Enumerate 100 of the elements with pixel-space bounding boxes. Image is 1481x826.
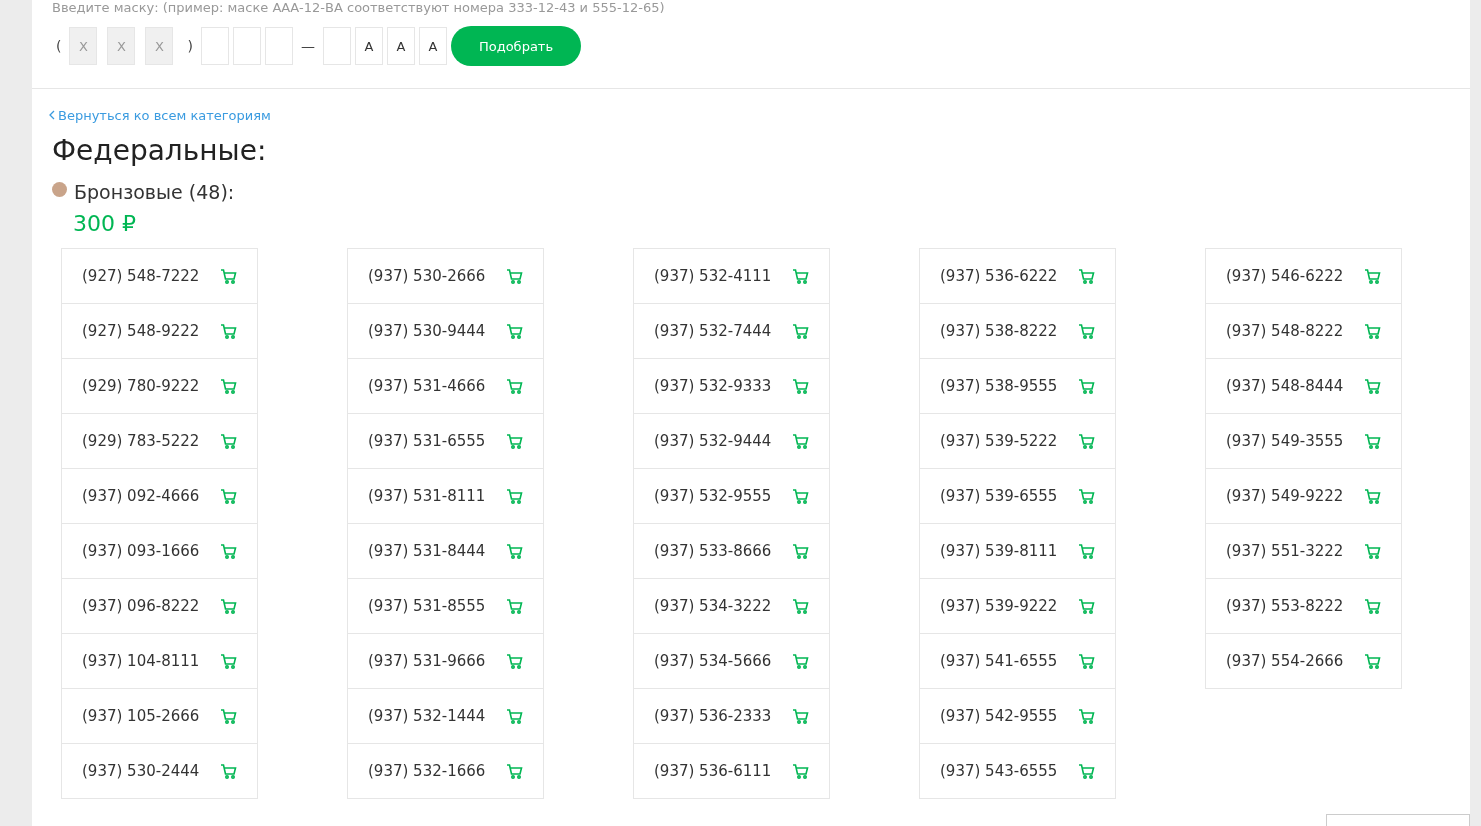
mask-input-field[interactable]	[200, 27, 229, 65]
cart-icon[interactable]	[1078, 488, 1095, 504]
number-card[interactable]: (937) 532-4111	[633, 248, 830, 304]
cart-icon[interactable]	[506, 543, 523, 559]
mask-input-field[interactable]: A	[386, 27, 415, 65]
cart-icon[interactable]	[1078, 653, 1095, 669]
number-card[interactable]: (937) 539-6555	[919, 468, 1116, 524]
cart-icon[interactable]	[792, 598, 809, 614]
number-card[interactable]: (937) 538-9555	[919, 358, 1116, 414]
number-card[interactable]: (937) 532-7444	[633, 303, 830, 359]
number-card[interactable]: (937) 533-8666	[633, 523, 830, 579]
cart-icon[interactable]	[792, 268, 809, 284]
number-card[interactable]: (937) 530-2666	[347, 248, 544, 304]
number-card[interactable]: (937) 534-5666	[633, 633, 830, 689]
number-card[interactable]: (937) 532-9555	[633, 468, 830, 524]
number-card[interactable]: (929) 780-9222	[61, 358, 258, 414]
cart-icon[interactable]	[1078, 543, 1095, 559]
cart-icon[interactable]	[506, 268, 523, 284]
cart-icon[interactable]	[220, 433, 237, 449]
cart-icon[interactable]	[506, 708, 523, 724]
cart-icon[interactable]	[792, 763, 809, 779]
cart-icon[interactable]	[220, 268, 237, 284]
cart-icon[interactable]	[506, 488, 523, 504]
number-card[interactable]: (937) 532-1444	[347, 688, 544, 744]
number-card[interactable]: (937) 551-3222	[1205, 523, 1402, 579]
number-card[interactable]: (937) 104-8111	[61, 633, 258, 689]
number-card[interactable]: (937) 543-6555	[919, 743, 1116, 799]
cart-icon[interactable]	[1078, 763, 1095, 779]
cart-icon[interactable]	[1078, 378, 1095, 394]
cart-icon[interactable]	[792, 653, 809, 669]
number-card[interactable]: (937) 549-9222	[1205, 468, 1402, 524]
number-card[interactable]: (937) 548-8222	[1205, 303, 1402, 359]
mask-input-field[interactable]	[322, 27, 351, 65]
cart-icon[interactable]	[506, 323, 523, 339]
cart-icon[interactable]	[506, 433, 523, 449]
number-card[interactable]: (937) 536-2333	[633, 688, 830, 744]
number-card[interactable]: (937) 105-2666	[61, 688, 258, 744]
cart-icon[interactable]	[1364, 488, 1381, 504]
cart-icon[interactable]	[1364, 598, 1381, 614]
cart-icon[interactable]	[792, 378, 809, 394]
cart-icon[interactable]	[220, 488, 237, 504]
cart-icon[interactable]	[1364, 378, 1381, 394]
number-card[interactable]: (937) 096-8222	[61, 578, 258, 634]
number-card[interactable]: (937) 531-9666	[347, 633, 544, 689]
cart-icon[interactable]	[220, 708, 237, 724]
number-card[interactable]: (937) 092-4666	[61, 468, 258, 524]
number-card[interactable]: (937) 534-3222	[633, 578, 830, 634]
number-card[interactable]: (927) 548-7222	[61, 248, 258, 304]
number-card[interactable]: (937) 538-8222	[919, 303, 1116, 359]
cart-icon[interactable]	[1364, 653, 1381, 669]
cart-icon[interactable]	[1364, 433, 1381, 449]
cart-icon[interactable]	[220, 653, 237, 669]
number-card[interactable]: (937) 554-2666	[1205, 633, 1402, 689]
number-card[interactable]: (937) 093-1666	[61, 523, 258, 579]
cart-icon[interactable]	[220, 763, 237, 779]
number-card[interactable]: (927) 548-9222	[61, 303, 258, 359]
number-card[interactable]: (937) 548-8444	[1205, 358, 1402, 414]
cart-icon[interactable]	[506, 653, 523, 669]
cart-icon[interactable]	[506, 763, 523, 779]
mask-input-field[interactable]	[264, 27, 293, 65]
cart-icon[interactable]	[220, 323, 237, 339]
cart-icon[interactable]	[792, 433, 809, 449]
number-card[interactable]: (937) 532-1666	[347, 743, 544, 799]
cart-icon[interactable]	[1078, 323, 1095, 339]
number-card[interactable]: (937) 542-9555	[919, 688, 1116, 744]
number-card[interactable]: (937) 549-3555	[1205, 413, 1402, 469]
number-card[interactable]: (937) 530-9444	[347, 303, 544, 359]
number-card[interactable]: (937) 539-9222	[919, 578, 1116, 634]
mask-input-field[interactable]: A	[354, 27, 383, 65]
number-card[interactable]: (937) 539-8111	[919, 523, 1116, 579]
cart-icon[interactable]	[506, 598, 523, 614]
cart-icon[interactable]	[220, 378, 237, 394]
cart-icon[interactable]	[1364, 543, 1381, 559]
number-card[interactable]: (937) 541-6555	[919, 633, 1116, 689]
cart-icon[interactable]	[220, 543, 237, 559]
number-card[interactable]: (937) 553-8222	[1205, 578, 1402, 634]
cart-icon[interactable]	[1078, 433, 1095, 449]
number-card[interactable]: (937) 536-6222	[919, 248, 1116, 304]
cart-icon[interactable]	[220, 598, 237, 614]
cart-icon[interactable]	[1078, 708, 1095, 724]
mask-input-field[interactable]: A	[418, 27, 447, 65]
number-card[interactable]: (937) 539-5222	[919, 413, 1116, 469]
mask-input-field[interactable]	[232, 27, 261, 65]
number-card[interactable]: (937) 531-6555	[347, 413, 544, 469]
number-card[interactable]: (937) 531-8111	[347, 468, 544, 524]
cart-icon[interactable]	[792, 543, 809, 559]
number-card[interactable]: (937) 546-6222	[1205, 248, 1402, 304]
number-card[interactable]: (937) 530-2444	[61, 743, 258, 799]
cart-icon[interactable]	[1364, 323, 1381, 339]
number-card[interactable]: (937) 532-9333	[633, 358, 830, 414]
cart-icon[interactable]	[1078, 268, 1095, 284]
number-card[interactable]: (937) 531-8555	[347, 578, 544, 634]
cart-icon[interactable]	[792, 323, 809, 339]
number-card[interactable]: (937) 532-9444	[633, 413, 830, 469]
cart-icon[interactable]	[1364, 268, 1381, 284]
cart-icon[interactable]	[792, 708, 809, 724]
cart-icon[interactable]	[1078, 598, 1095, 614]
number-card[interactable]: (937) 531-8444	[347, 523, 544, 579]
cart-icon[interactable]	[792, 488, 809, 504]
cart-icon[interactable]	[506, 378, 523, 394]
